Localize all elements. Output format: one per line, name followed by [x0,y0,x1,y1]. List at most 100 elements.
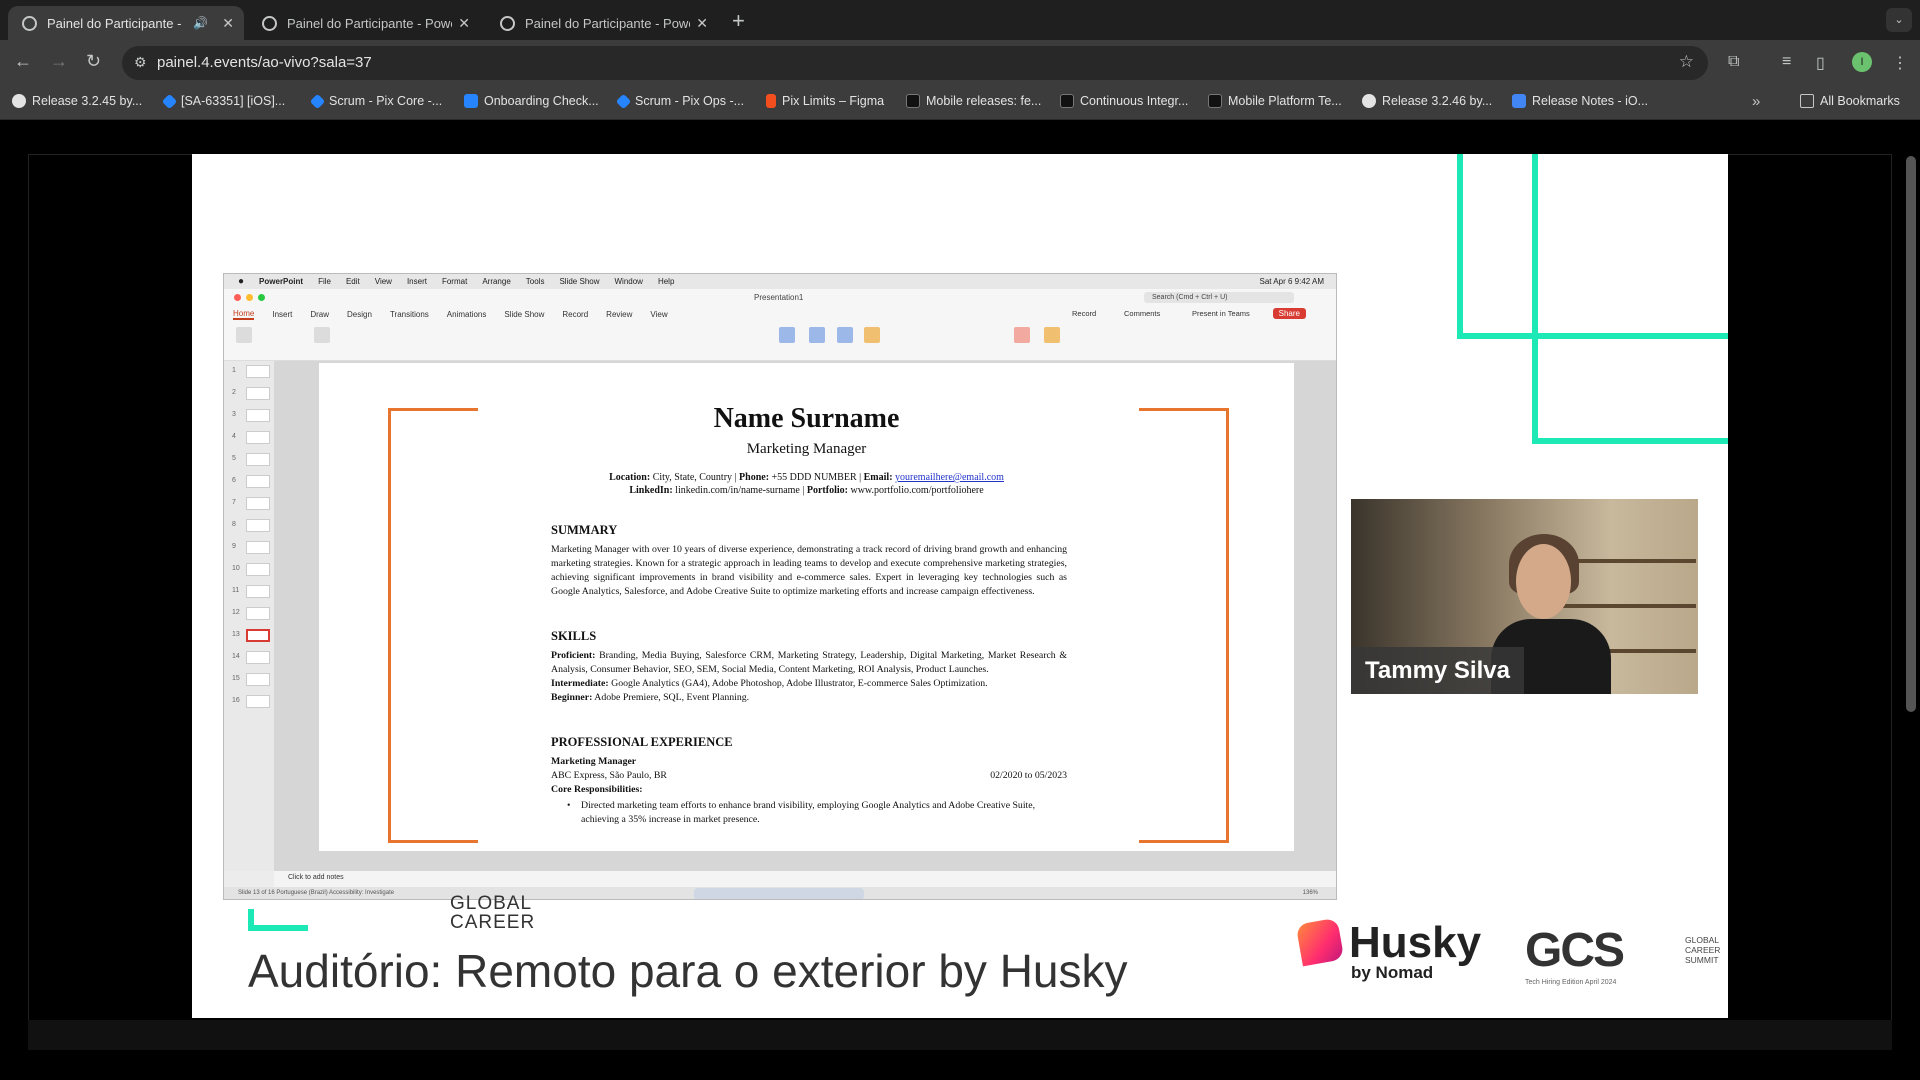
menu-item: Format [441,277,468,286]
tab-search-button[interactable]: ⌄ [1886,8,1912,32]
designer-icon [1044,327,1060,343]
jira-icon [309,93,326,109]
bookmark-label: Continuous Integr... [1080,94,1189,108]
close-tab-icon[interactable]: ✕ [222,15,234,32]
ribbon-tab: Review [606,310,633,319]
profile-avatar[interactable]: I [1852,52,1872,72]
gcs-edition: Tech Hiring Edition April 2024 [1525,979,1617,986]
arrange-icon [864,327,880,343]
extensions-icon[interactable]: ⧉ [1728,53,1739,71]
bookmark-item[interactable]: Release 3.2.46 by... [1362,94,1492,108]
back-button[interactable]: ← [14,51,32,72]
bookshelf [1546,604,1696,608]
speaker-name-tag: Tammy Silva [1351,647,1524,694]
notes-pane: Click to add notes [274,871,1336,887]
skills-heading: SKILLS [551,629,597,643]
gcs-logo: GCS GLOBAL CAREER SUMMIT Tech Hiring Edi… [1525,924,1720,987]
slide-canvas: Name Surname Marketing Manager Location:… [274,361,1336,871]
tab-1[interactable]: Painel do Participante - P 🔊 ✕ [8,6,244,40]
url-text: painel.4.events/ao-vivo?sala=37 [157,54,372,71]
browser-tab-bar: Painel do Participante - P 🔊 ✕ Painel do… [0,0,1920,40]
bookmark-item[interactable]: Continuous Integr... [1060,94,1188,108]
all-bookmarks-button[interactable]: All Bookmarks [1800,94,1900,108]
page-scrollbar[interactable] [1906,156,1916,712]
tab-title: Painel do Participante - P [47,15,186,31]
audio-playing-icon[interactable]: 🔊 [193,16,208,30]
ribbon-tab: Animations [446,310,487,319]
menu-item: Insert [406,277,427,286]
bookmark-label: Release 3.2.46 by... [1382,94,1493,108]
player-bottom-bar [28,1020,1892,1050]
share-label: Share [1272,308,1306,319]
stream-stage: ● PowerPoint File Edit View Insert Forma… [192,154,1728,1018]
media-controls-icon[interactable]: ≡ [1782,53,1791,71]
menu-item: File [318,277,331,286]
bookmark-item[interactable]: Release 3.2.45 by... [12,94,142,108]
core-responsibilities-label: Core Responsibilities: [551,784,643,795]
summary-heading: SUMMARY [551,523,618,537]
figma-icon [766,94,776,108]
more-bookmarks-icon[interactable]: » [1752,93,1760,110]
address-bar[interactable]: ⚙ painel.4.events/ao-vivo?sala=37 ☆ [122,46,1708,80]
bookmark-item[interactable]: Release Notes - iO... [1512,94,1648,108]
gcs-wordmark: GCS [1525,924,1625,977]
forward-button[interactable]: → [50,51,68,72]
site-icon [1060,94,1074,108]
summary-text: Marketing Manager with over 10 years of … [551,544,1067,597]
resume-title: Marketing Manager [746,441,867,457]
site-icon [1208,94,1222,108]
menu-item: Slide Show [559,277,600,286]
docs-icon [1512,94,1526,108]
responsibility-bullet: Directed marketing team efforts to enhan… [567,799,1067,827]
bookmark-label: Mobile Platform Te... [1228,94,1342,108]
close-tab-icon[interactable]: ✕ [696,15,708,32]
bookmark-label: Scrum - Pix Core -... [329,94,443,108]
ribbon-tab: Insert [272,310,293,319]
tab-3[interactable]: Painel do Participante - Powe ✕ [486,6,718,40]
globe-icon [500,15,515,31]
menu-item: Window [614,277,643,286]
speaker-webcam: Tammy Silva [1351,499,1698,694]
bookmark-item[interactable]: Onboarding Check... [464,94,599,108]
menu-item: Arrange [482,277,511,286]
husky-wordmark: Husky [1349,918,1482,967]
shared-screen: ● PowerPoint File Edit View Insert Forma… [223,273,1337,900]
slide-thumbnails: 1 2 3 4 5 6 7 8 9 10 11 12 13 14 15 16 [224,361,274,871]
bookmark-item[interactable]: Mobile releases: fe... [906,94,1041,108]
tab-2[interactable]: Painel do Participante - Powe ✕ [248,6,480,40]
close-tab-icon[interactable]: ✕ [458,15,470,32]
present-teams-label: Present in Teams [1192,309,1250,318]
bookmark-star-icon[interactable]: ☆ [1679,52,1694,72]
text-box-icon [837,327,853,343]
reload-button[interactable]: ↻ [86,51,101,72]
side-panel-icon[interactable]: ▯ [1816,53,1825,73]
mac-dock [694,888,864,899]
shapes-icon [809,327,825,343]
ribbon-tab: Transitions [389,310,429,319]
job-dates: 02/2020 to 05/2023 [990,770,1067,781]
github-icon [12,94,26,108]
picture-icon [779,327,795,343]
confluence-icon [464,94,478,108]
browser-menu-icon[interactable]: ⋮ [1892,53,1908,73]
menu-item: Edit [345,277,360,286]
ppt-ribbon [224,323,1336,361]
bookmark-item[interactable]: Scrum - Pix Ops -... [615,93,744,109]
ribbon-tab: Draw [310,310,330,319]
bookmark-item[interactable]: Scrum - Pix Core -... [309,93,443,109]
bookmark-item[interactable]: Mobile Platform Te... [1208,94,1342,108]
github-icon [1362,94,1376,108]
maximize-window-icon [258,294,265,301]
site-info-icon[interactable]: ⚙ [134,54,147,71]
ribbon-tab: Record [562,310,589,319]
new-tab-button[interactable]: + [732,8,745,34]
ribbon-tab: Design [347,310,372,319]
ribbon-tab: Slide Show [504,310,545,319]
tab-title: Painel do Participante - Powe [525,15,691,31]
browser-toolbar: ← → ↻ ⚙ painel.4.events/ao-vivo?sala=37 … [0,40,1920,86]
bookmark-item[interactable]: [SA-63351] [iOS]... [161,93,285,109]
bookmark-item[interactable]: Pix Limits – Figma [766,94,884,108]
ppt-title-bar: Presentation1 Search (Cmd + Ctrl + U) [224,289,1336,306]
ribbon-tab: View [650,310,668,319]
globe-icon [22,15,37,31]
